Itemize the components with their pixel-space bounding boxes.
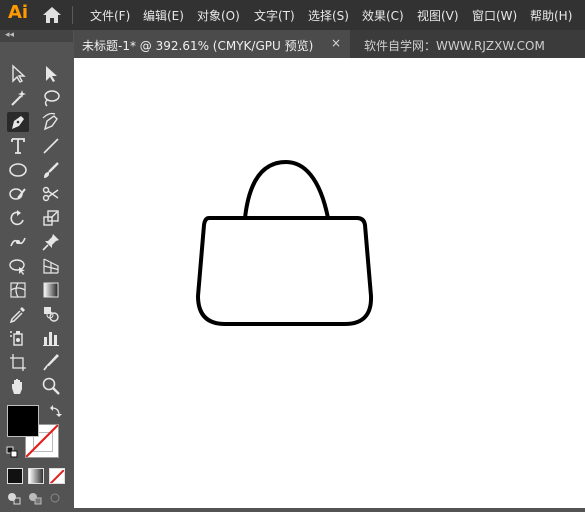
rotate-tool[interactable] xyxy=(7,208,29,228)
menu-edit[interactable]: 编辑(E) xyxy=(143,7,184,24)
knife-tool[interactable] xyxy=(40,352,62,372)
symbol-sprayer-icon xyxy=(10,331,23,346)
menu-effect[interactable]: 效果(C) xyxy=(362,7,404,24)
pen-tool[interactable] xyxy=(7,112,29,132)
menu-view[interactable]: 视图(V) xyxy=(417,7,459,24)
toolbar-grip[interactable]: ◂◂ xyxy=(0,30,73,42)
document-tab-bar: 未标题-1* @ 392.61% (CMYK/GPU 预览) × 软件自学网：W… xyxy=(74,30,585,58)
free-transform-icon xyxy=(9,259,25,275)
close-tab-button[interactable]: × xyxy=(331,36,341,50)
magic-wand-tool[interactable] xyxy=(7,88,29,108)
handbag-body[interactable] xyxy=(196,216,374,326)
gradient-icon xyxy=(43,282,59,298)
fill-color-swatch[interactable] xyxy=(7,405,39,437)
symbol-sprayer-tool[interactable] xyxy=(7,328,29,348)
menu-help[interactable]: 帮助(H) xyxy=(530,7,572,24)
pin-tool[interactable] xyxy=(40,232,62,252)
artboard-canvas[interactable] xyxy=(74,58,585,508)
shaper-tool[interactable] xyxy=(7,184,29,204)
menu-window[interactable]: 窗口(W) xyxy=(472,7,517,24)
pin-icon xyxy=(42,234,59,251)
selection-tool[interactable] xyxy=(7,64,29,84)
menu-type[interactable]: 文字(T) xyxy=(254,7,295,24)
home-icon[interactable] xyxy=(42,6,62,24)
eyedropper-icon xyxy=(9,307,25,324)
blend-tool[interactable] xyxy=(40,304,62,324)
swap-colors-icon[interactable] xyxy=(49,404,63,418)
lasso-tool[interactable] xyxy=(40,88,62,108)
paintbrush-icon xyxy=(44,162,59,178)
perspective-grid-icon xyxy=(43,258,59,274)
draw-behind-icon[interactable] xyxy=(27,491,43,505)
paintbrush-tool[interactable] xyxy=(40,160,62,180)
scissors-icon xyxy=(42,186,59,202)
curvature-pen-icon xyxy=(42,112,58,131)
app-logo: Ai xyxy=(8,2,29,23)
puppet-warp-tool[interactable] xyxy=(7,232,29,252)
mesh-icon xyxy=(10,282,26,298)
handbag-artwork[interactable] xyxy=(74,58,585,508)
scissors-tool[interactable] xyxy=(40,184,62,204)
blend-icon xyxy=(44,307,59,322)
menu-bar: Ai 文件(F) 编辑(E) 对象(O) 文字(T) 选择(S) 效果(C) 视… xyxy=(0,0,585,30)
color-mode-button[interactable] xyxy=(7,468,23,484)
line-segment-tool[interactable] xyxy=(40,136,62,156)
none-red-slash-icon xyxy=(50,469,64,483)
draw-normal-icon[interactable] xyxy=(6,491,22,505)
collapse-icon[interactable]: ◂◂ xyxy=(5,30,14,40)
document-tab[interactable]: 未标题-1* @ 392.61% (CMYK/GPU 预览) × xyxy=(74,30,350,58)
menu-file[interactable]: 文件(F) xyxy=(90,7,130,24)
puppet-warp-icon xyxy=(10,237,26,247)
mesh-tool[interactable] xyxy=(7,280,29,300)
draw-inside-icon[interactable] xyxy=(48,491,64,505)
free-transform-tool[interactable] xyxy=(7,256,29,276)
document-tab-label: 未标题-1* @ 392.61% (CMYK/GPU 预览) xyxy=(82,39,314,53)
direct-selection-tool[interactable] xyxy=(40,64,62,84)
curvature-tool[interactable] xyxy=(40,112,62,132)
lasso-icon xyxy=(44,90,60,107)
zoom-magnifier-icon xyxy=(42,377,60,395)
shaper-icon xyxy=(9,188,26,200)
direct-selection-arrow-icon xyxy=(46,66,57,82)
handbag-handle[interactable] xyxy=(243,159,330,220)
hand-icon xyxy=(12,379,22,394)
menu-separator xyxy=(72,6,73,24)
artboard-icon xyxy=(10,354,26,371)
gradient-mode-button[interactable] xyxy=(28,468,44,484)
selection-arrow-icon xyxy=(12,64,26,83)
scale-icon xyxy=(43,210,59,226)
eyedropper-tool[interactable] xyxy=(7,304,29,324)
tools-panel: ◂◂ xyxy=(0,30,73,508)
zoom-tool[interactable] xyxy=(40,376,62,396)
default-colors-icon[interactable] xyxy=(6,446,18,458)
knife-icon xyxy=(43,354,59,371)
hand-tool[interactable] xyxy=(7,376,29,396)
artboard-tool[interactable] xyxy=(7,352,29,372)
menu-object[interactable]: 对象(O) xyxy=(197,7,240,24)
ellipse-tool[interactable] xyxy=(7,160,29,180)
ellipse-icon xyxy=(9,163,27,177)
menu-select[interactable]: 选择(S) xyxy=(308,7,349,24)
gradient-tool[interactable] xyxy=(40,280,62,300)
none-mode-button[interactable] xyxy=(49,468,65,484)
scale-tool[interactable] xyxy=(40,208,62,228)
type-tool[interactable] xyxy=(7,136,29,156)
column-graph-icon xyxy=(43,332,59,346)
pen-icon xyxy=(12,116,24,129)
column-graph-tool[interactable] xyxy=(40,328,62,348)
line-icon xyxy=(43,138,59,154)
rotate-icon xyxy=(10,210,24,226)
watermark-text: 软件自学网：WWW.RJZXW.COM xyxy=(364,39,545,53)
magic-wand-icon xyxy=(11,90,26,106)
type-t-icon xyxy=(11,138,25,154)
perspective-grid-tool[interactable] xyxy=(40,256,62,276)
